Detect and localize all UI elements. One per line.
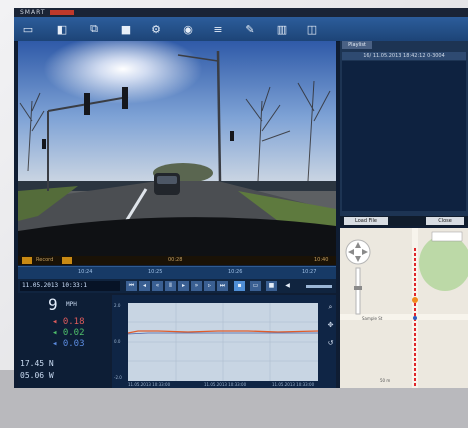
playlist-buttons: Load File Close [340, 216, 468, 226]
toolbar: ▭ ◧ ⧉ ■ ⚙ ◉ ≡ ✎ ▥ ◫ [14, 17, 468, 42]
graph-plot-area[interactable] [127, 303, 319, 381]
split-view-icon[interactable]: ▥ [274, 21, 290, 37]
fullscreen-icon[interactable]: ▪ [234, 281, 245, 291]
skip-end-icon[interactable]: ⏭ [217, 281, 228, 291]
speed-unit: MPH [66, 301, 77, 308]
next-frame-icon[interactable]: ▹ [204, 281, 215, 291]
video-status-bar: Record 00:28 10:40 [18, 256, 336, 265]
close-button[interactable]: Close [426, 217, 464, 225]
volume-slider[interactable] [306, 285, 332, 288]
title-logo-mark [50, 10, 74, 15]
event-indicator [62, 257, 72, 264]
network-icon[interactable]: ⧉ [86, 21, 102, 37]
map-view[interactable]: Sample St 50 m [340, 228, 468, 388]
reset-icon[interactable]: ↺ [326, 339, 335, 348]
graph-x-label: 11.05.2013 10:33:00 [204, 382, 247, 387]
video-time-right: 10:40 [314, 257, 329, 263]
playlist-list[interactable] [342, 61, 466, 211]
map-canvas [340, 228, 468, 388]
graph-y-label: 2.0 [114, 303, 121, 308]
g-sensor-z-value: 0.03 [62, 339, 85, 349]
g-sensor-x: ◂ 0.18 [52, 317, 85, 327]
gps-latitude: 17.45 N [20, 359, 54, 368]
timeline-label: 10:27 [302, 269, 317, 275]
stop-icon[interactable]: ■ [266, 281, 277, 291]
pan-icon[interactable]: ✥ [326, 321, 335, 330]
timeline-label: 10:25 [148, 269, 163, 275]
rewind-icon[interactable]: « [152, 281, 163, 291]
graph-x-label: 11.05.2013 10:33:00 [272, 382, 315, 387]
graph-tools: ⌕ ✥ ↺ [326, 295, 336, 388]
tab-playlist[interactable]: Playlist [342, 41, 372, 49]
prev-frame-icon[interactable]: ◂ [139, 281, 150, 291]
graph-y-label: 0.0 [114, 339, 121, 344]
app-title: SMART [20, 9, 46, 16]
dashcam-frame [18, 41, 336, 256]
g-sensor-x-value: 0.18 [62, 317, 85, 327]
g-sensor-y-value: 0.02 [62, 328, 85, 338]
playback-timestamp: 11.05.2013 10:33:1 [20, 281, 120, 291]
app-window: SMART ▭ ◧ ⧉ ■ ⚙ ◉ ≡ ✎ ▥ ◫ Record 00:28 1… [14, 8, 468, 388]
play-icon[interactable]: ▸ [178, 281, 189, 291]
map-pin-icon[interactable]: ◉ [180, 21, 196, 37]
playlist-panel: Playlist 16/ 11.05.2013 18:42:12 0-3004 [340, 41, 468, 221]
graph-lines [127, 303, 319, 381]
graph-y-label: -2.0 [114, 375, 122, 380]
skip-start-icon[interactable]: ⏮ [126, 281, 137, 291]
help-icon[interactable]: ◫ [304, 21, 320, 37]
record-indicator [22, 257, 32, 264]
settings-icon[interactable]: ⚙ [148, 21, 164, 37]
sensor-gauges: 9 MPH ◂ 0.18 ◂ 0.02 ◂ 0.03 17.45 N 05.06… [18, 293, 110, 388]
snapshot-icon[interactable]: ▭ [250, 281, 261, 291]
camera-icon[interactable]: ◧ [54, 21, 70, 37]
tool-icon[interactable]: ✎ [242, 21, 258, 37]
playback-controls: 11.05.2013 10:33:1 ⏮ ◂ « Ⅱ ▸ » ▹ ⏭ ▪ ▭ ■… [18, 279, 336, 293]
g-sensor-graph: 2.0 0.0 -2.0 11.05.2013 10:33:00 11.05.2… [112, 295, 326, 388]
g-sensor-z: ◂ 0.03 [52, 339, 85, 349]
timeline-label: 10:24 [78, 269, 93, 275]
video-player[interactable] [18, 41, 336, 256]
g-sensor-y: ◂ 0.02 [52, 328, 85, 338]
save-icon[interactable]: ■ [118, 21, 134, 37]
video-time: 00:28 [168, 257, 183, 263]
map-street-label: Sample St [362, 316, 383, 321]
load-file-button[interactable]: Load File [344, 217, 388, 225]
speed-value: 9 [48, 295, 58, 314]
zoom-icon[interactable]: ⌕ [326, 303, 335, 312]
record-label: Record [36, 257, 54, 263]
open-folder-icon[interactable]: ▭ [20, 21, 36, 37]
map-scale-label: 50 m [380, 378, 391, 383]
list-icon[interactable]: ≡ [210, 21, 226, 37]
graph-x-label: 11.05.2013 10:33:00 [128, 382, 171, 387]
timeline-ruler[interactable]: 10:24 10:25 10:26 10:27 [18, 266, 336, 279]
playlist-item[interactable]: 16/ 11.05.2013 18:42:12 0-3004 [342, 52, 466, 60]
pause-icon[interactable]: Ⅱ [165, 281, 176, 291]
title-bar: SMART [14, 8, 468, 17]
forward-icon[interactable]: » [191, 281, 202, 291]
volume-icon[interactable]: ◀ [282, 281, 293, 291]
gps-longitude: 05.06 W [20, 371, 54, 380]
timeline-label: 10:26 [228, 269, 243, 275]
